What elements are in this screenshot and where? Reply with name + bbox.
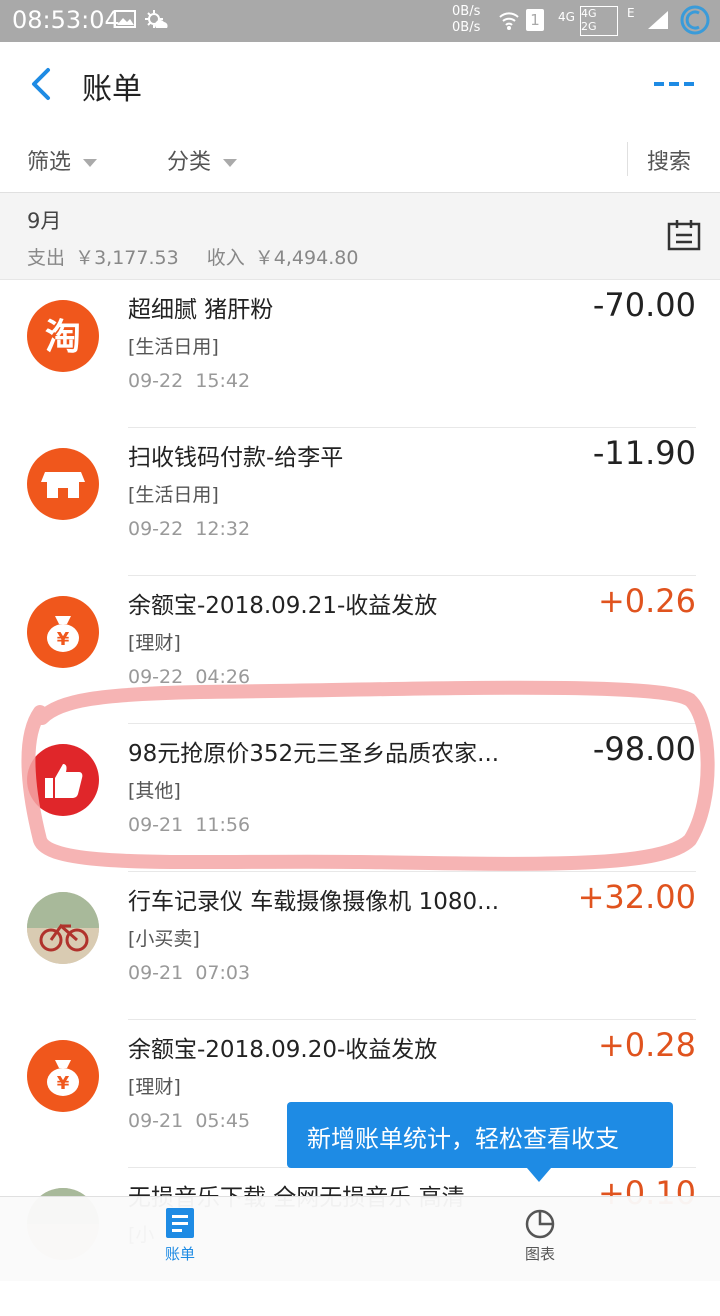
thumbs-up-icon [27,744,99,816]
money-bag-icon: ¥ [27,1040,99,1112]
time: 07:03 [195,962,251,984]
tooltip-text: 新增账单统计，轻松查看收支 [307,1125,619,1153]
summary-line: 支出 ￥3,177.53 收入 ￥4,494.80 [27,243,362,270]
battery-icon [680,5,710,35]
date: 09-21 [128,962,184,984]
tab-bill[interactable]: 账单 [120,1207,240,1264]
store-icon [27,448,99,520]
transaction-category: [理财] [128,1076,181,1098]
date: 09-22 [128,370,184,392]
svg-text:¥: ¥ [57,629,70,650]
divider [627,142,628,176]
tooltip-tail [527,1168,551,1182]
transaction-date: 09-21 11:56 [128,814,250,836]
transaction-name: 余额宝-2018.09.21-收益发放 [128,593,438,619]
transaction-category: [生活日用] [128,484,219,506]
svg-text:淘: 淘 [45,317,81,358]
network-speed: 0B/s 0B/s [452,4,480,36]
transaction-name: 余额宝-2018.09.20-收益发放 [128,1037,438,1063]
category-dropdown[interactable]: 分类 [167,144,238,176]
page-title: 账单 [82,72,142,107]
signal-icon [648,11,668,29]
transaction-name: 超细腻 猪肝粉 [128,297,274,323]
net-type-2b: 2G [581,20,597,33]
transaction-row[interactable]: 淘 超细腻 猪肝粉 [生活日用] 09-22 15:42 -70.00 [0,280,720,428]
search-button[interactable]: 搜索 [647,144,691,176]
net-type-2: 4G 2G [580,6,618,36]
date: 09-21 [128,1110,184,1132]
transaction-category: [生活日用] [128,336,219,358]
wifi-icon [499,12,519,30]
transaction-row[interactable]: 98元抢原价352元三圣乡品质农家... [其他] 09-21 11:56 -9… [0,724,720,872]
chevron-left-icon[interactable] [24,64,64,104]
time: 04:26 [195,666,251,688]
transaction-amount: -98.00 [592,730,696,768]
time: 11:56 [195,814,251,836]
money-bag-icon: ¥ [27,596,99,668]
tab-chart-label: 图表 [524,1245,555,1263]
avatar-bicycle-icon [27,892,99,964]
net-type-e: E [627,6,635,20]
transaction-date: 09-21 05:45 [128,1110,250,1132]
net-type-2a: 4G [581,7,597,20]
transaction-name: 98元抢原价352元三圣乡品质农家... [128,741,500,767]
taobao-icon: 淘 [27,300,99,372]
bill-icon [166,1208,194,1238]
expense-value: ￥3,177.53 [75,247,179,269]
sim-badge: 1 [526,9,544,31]
transaction-row[interactable]: ¥ 余额宝-2018.09.21-收益发放 [理财] 09-22 04:26 +… [0,576,720,724]
transaction-date: 09-22 12:32 [128,518,250,540]
status-time: 08:53:04 [12,6,120,34]
transaction-amount: +0.26 [597,582,696,620]
transaction-row[interactable]: 扫收钱码付款-给李平 [生活日用] 09-22 12:32 -11.90 [0,428,720,576]
transaction-amount: +32.00 [577,878,696,916]
time: 12:32 [195,518,251,540]
filter-label: 筛选 [27,150,72,175]
status-bar: 08:53:04 0B/s 0B/s 1 4G 4G 2G E [0,0,720,42]
date: 09-21 [128,814,184,836]
income-value: ￥4,494.80 [254,247,359,269]
weather-icon [145,10,168,28]
calendar-icon[interactable] [667,219,701,251]
transaction-amount: +0.28 [597,1026,696,1064]
svg-text:¥: ¥ [57,1073,70,1094]
date: 09-22 [128,666,184,688]
net-type-1: 4G [558,10,575,24]
net-up: 0B/s [452,4,481,19]
expense-label: 支出 [27,247,66,269]
filter-dropdown[interactable]: 筛选 [27,144,98,176]
filter-bar: 筛选 分类 搜索 [0,126,720,193]
transaction-category: [小买卖] [128,928,200,950]
transaction-amount: -11.90 [592,434,696,472]
transaction-category: [其他] [128,780,181,802]
transaction-date: 09-21 07:03 [128,962,250,984]
month-label: 9月 [27,209,62,233]
transaction-amount: -70.00 [592,286,696,324]
transaction-date: 09-22 04:26 [128,666,250,688]
net-down: 0B/s [452,20,481,35]
caret-down-icon [223,159,238,167]
month-summary: 9月 支出 ￥3,177.53 收入 ￥4,494.80 [0,193,720,280]
transaction-date: 09-22 15:42 [128,370,250,392]
category-label: 分类 [167,150,212,175]
more-icon[interactable] [650,70,698,98]
transaction-name: 行车记录仪 车载摄像摄像机 1080... [128,889,500,915]
caret-down-icon [83,159,98,167]
income-label: 收入 [206,247,245,269]
tab-chart[interactable]: 图表 [480,1207,600,1264]
image-icon [114,10,136,28]
transaction-row[interactable]: 行车记录仪 车载摄像摄像机 1080... [小买卖] 09-21 07:03 … [0,872,720,1020]
pie-chart-icon [525,1209,555,1239]
bottom-tab-bar: 账单 图表 [0,1196,720,1281]
app-header: 账单 [0,42,720,127]
time: 05:45 [195,1110,251,1132]
transaction-category: [理财] [128,632,181,654]
tab-bill-label: 账单 [164,1245,195,1263]
tooltip[interactable]: 新增账单统计，轻松查看收支 [287,1102,673,1182]
time: 15:42 [195,370,251,392]
date: 09-22 [128,518,184,540]
transaction-name: 扫收钱码付款-给李平 [128,445,344,471]
